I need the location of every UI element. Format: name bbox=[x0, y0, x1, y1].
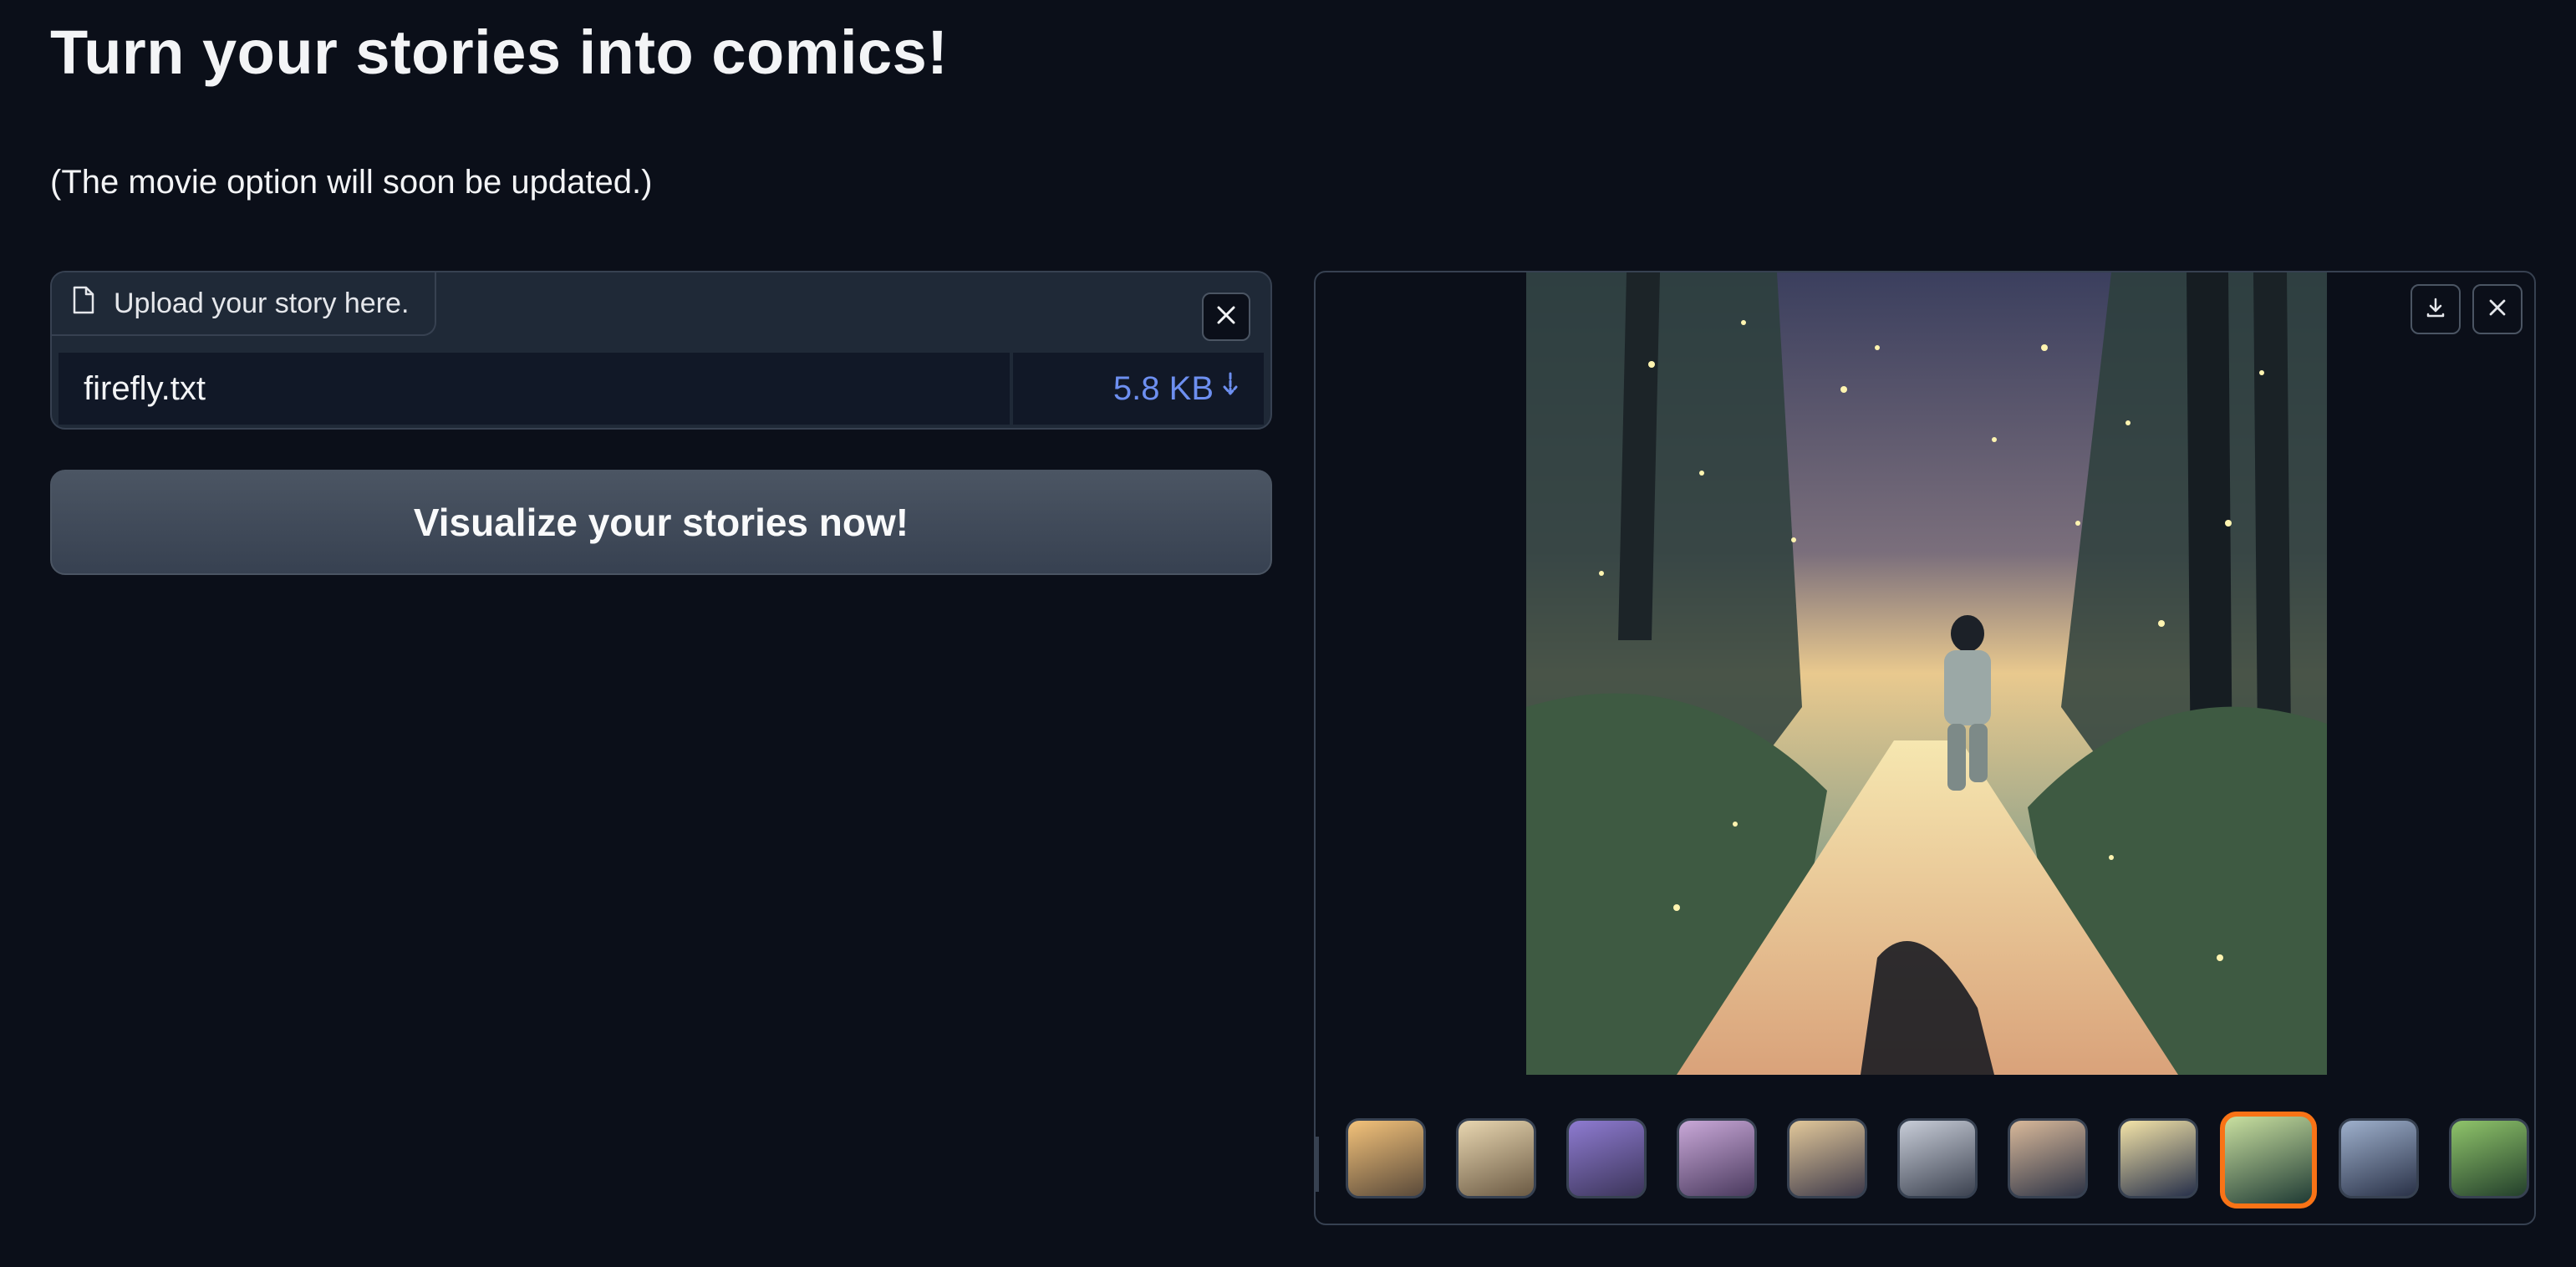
upload-label-text: Upload your story here. bbox=[114, 287, 410, 319]
close-icon bbox=[2487, 297, 2508, 323]
selected-comic-image[interactable] bbox=[1526, 272, 2327, 1075]
thumbnail-5[interactable] bbox=[1787, 1118, 1867, 1198]
thumbnail-2[interactable] bbox=[1456, 1118, 1536, 1198]
thumbnail-3[interactable] bbox=[1566, 1118, 1647, 1198]
download-image-button[interactable] bbox=[2411, 284, 2461, 334]
download-icon bbox=[2424, 296, 2447, 323]
uploaded-file-row: firefly.txt 5.8 KB bbox=[59, 353, 1264, 425]
thumbnail-1[interactable] bbox=[1346, 1118, 1426, 1198]
thumbnail-scroll-edge bbox=[1316, 1137, 1319, 1192]
thumbnail-7[interactable] bbox=[2008, 1118, 2088, 1198]
file-size: 5.8 KB bbox=[1112, 369, 1214, 407]
file-download-link[interactable]: 5.8 KB bbox=[1013, 353, 1264, 425]
thumbnail-11[interactable] bbox=[2449, 1118, 2529, 1198]
thumbnail-strip[interactable] bbox=[1346, 1112, 2533, 1208]
comic-gallery bbox=[1314, 271, 2536, 1225]
thumbnail-4[interactable] bbox=[1677, 1118, 1757, 1198]
visualize-button[interactable]: Visualize your stories now! bbox=[50, 470, 1272, 575]
upload-label: Upload your story here. bbox=[52, 272, 436, 336]
thumbnail-8[interactable] bbox=[2118, 1118, 2198, 1198]
thumbnail-6[interactable] bbox=[1897, 1118, 1978, 1198]
close-icon bbox=[1215, 304, 1237, 330]
close-gallery-button[interactable] bbox=[2472, 284, 2523, 334]
page-subtitle: (The movie option will soon be updated.) bbox=[50, 164, 653, 201]
page-title: Turn your stories into comics! bbox=[50, 18, 949, 87]
story-upload-panel[interactable]: Upload your story here. firefly.txt 5.8 … bbox=[50, 271, 1272, 430]
clear-upload-button[interactable] bbox=[1202, 293, 1250, 341]
file-icon bbox=[72, 286, 95, 322]
thumbnail-9[interactable] bbox=[2220, 1112, 2317, 1208]
thumbnail-10[interactable] bbox=[2339, 1118, 2419, 1198]
file-name: firefly.txt bbox=[59, 353, 1013, 425]
download-arrow-icon bbox=[1222, 370, 1239, 408]
